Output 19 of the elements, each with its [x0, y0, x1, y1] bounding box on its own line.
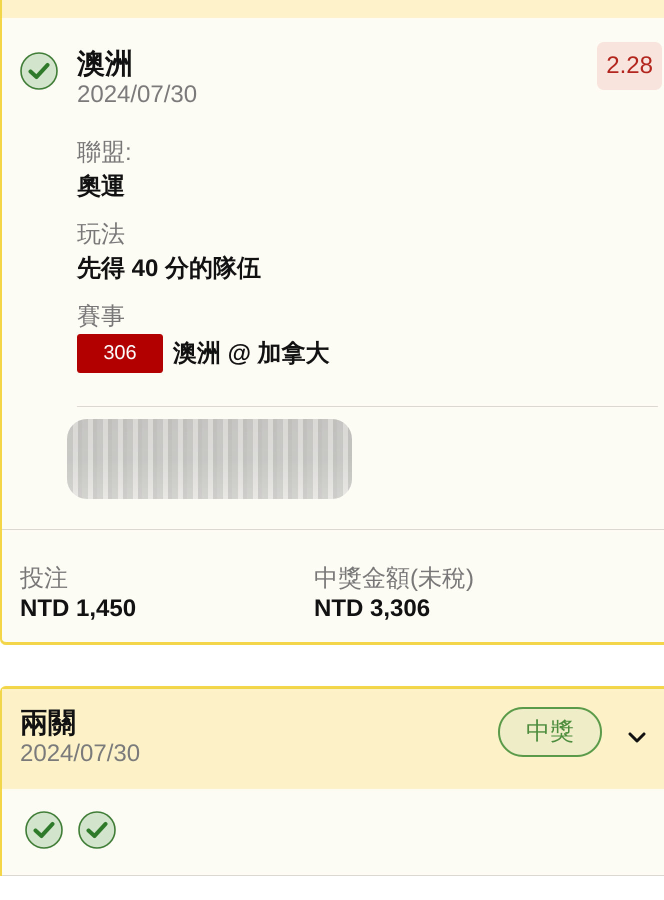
summary-amount: NTD 1,450 [20, 594, 136, 624]
summary-label: 中獎金額(未稅) [314, 564, 474, 594]
expand-toggle-button[interactable] [628, 732, 646, 744]
detail-label: 賽事 [77, 302, 125, 332]
detail-label: 玩法 [77, 220, 125, 250]
summary-label: 投注 [20, 564, 68, 594]
detail-label: 聯盟: [77, 138, 132, 168]
selection-name: 澳洲 [77, 48, 133, 80]
status-pill: 中獎 [498, 707, 602, 757]
chevron-down-icon [628, 732, 646, 744]
summary-amount: NTD 3,306 [314, 594, 430, 624]
detail-value: 奧運 [77, 172, 125, 202]
parlay-title: 兩關 [20, 707, 76, 739]
detail-value: 先得 40 分的隊伍 [77, 254, 262, 284]
odds-tag: 2.28 [597, 42, 662, 90]
event-number-tag: 306 [77, 334, 163, 373]
parlay-date: 2024/07/30 [20, 739, 140, 769]
selection-date: 2024/07/30 [77, 80, 198, 110]
detail-value: 澳洲 @ 加拿大 [173, 338, 330, 368]
